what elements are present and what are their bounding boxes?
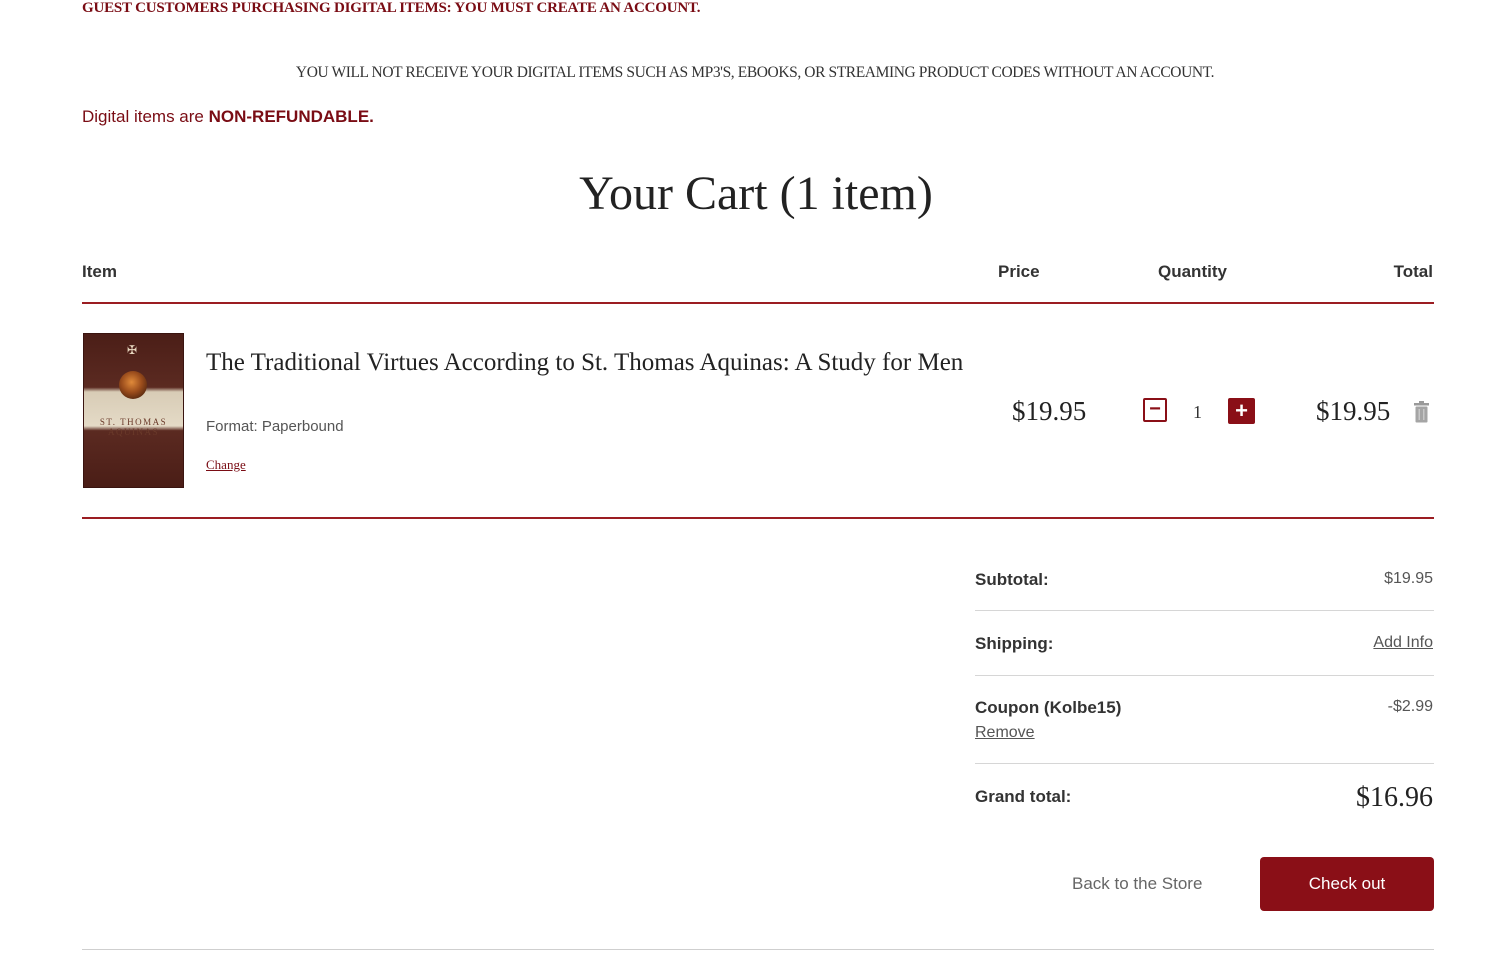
digital-items-warning: YOU WILL NOT RECEIVE YOUR DIGITAL ITEMS … <box>295 64 1215 81</box>
quantity-value[interactable]: 1 <box>1193 402 1202 423</box>
table-header-divider <box>82 302 1434 304</box>
non-refundable-emphasis: NON-REFUNDABLE. <box>208 107 374 126</box>
change-format-link[interactable]: Change <box>206 457 246 473</box>
portrait-medallion <box>119 371 147 399</box>
grand-total-value: $16.96 <box>1356 782 1433 813</box>
remove-coupon-link[interactable]: Remove <box>975 724 1035 742</box>
cross-icon: ✠ <box>127 343 138 357</box>
checkout-button[interactable]: Check out <box>1260 857 1434 911</box>
trash-icon[interactable] <box>1413 401 1430 423</box>
plus-icon: + <box>1235 398 1248 423</box>
summary-divider <box>975 610 1434 611</box>
minus-icon: − <box>1149 398 1161 420</box>
guest-account-notice: GUEST CUSTOMERS PURCHASING DIGITAL ITEMS… <box>82 0 701 16</box>
non-refundable-notice: Digital items are NON-REFUNDABLE. <box>82 107 374 127</box>
cover-title-text: ST. THOMAS AQUINAS <box>99 417 168 437</box>
column-header-quantity: Quantity <box>1158 262 1227 281</box>
increase-quantity-button[interactable]: + <box>1228 398 1255 424</box>
book-cover-thumbnail[interactable]: ✠ ST. THOMAS AQUINAS <box>83 333 184 488</box>
product-title[interactable]: The Traditional Virtues According to St.… <box>206 347 976 379</box>
non-refundable-prefix: Digital items are <box>82 107 204 126</box>
cart-title: Your Cart (1 item) <box>579 167 933 220</box>
coupon-label: Coupon (Kolbe15) <box>975 698 1122 717</box>
grand-total-label: Grand total: <box>975 787 1072 806</box>
shipping-label: Shipping: <box>975 634 1054 653</box>
subtotal-label: Subtotal: <box>975 570 1049 589</box>
product-format: Format: Paperbound <box>206 418 344 435</box>
column-header-item: Item <box>82 262 117 281</box>
item-price: $19.95 <box>1012 396 1087 426</box>
cart-items-divider <box>82 517 1434 519</box>
coupon-discount-value: -$2.99 <box>1387 698 1433 715</box>
shipping-add-info-link[interactable]: Add Info <box>1373 634 1433 652</box>
item-line-total: $19.95 <box>1316 396 1391 426</box>
subtotal-value: $19.95 <box>1384 570 1433 587</box>
footer-divider <box>82 949 1434 950</box>
summary-divider <box>975 675 1434 676</box>
column-header-price: Price <box>998 262 1040 281</box>
column-header-total: Total <box>1393 262 1433 281</box>
decrease-quantity-button[interactable]: − <box>1143 398 1167 422</box>
back-to-store-link[interactable]: Back to the Store <box>1072 874 1202 894</box>
summary-divider <box>975 763 1434 764</box>
